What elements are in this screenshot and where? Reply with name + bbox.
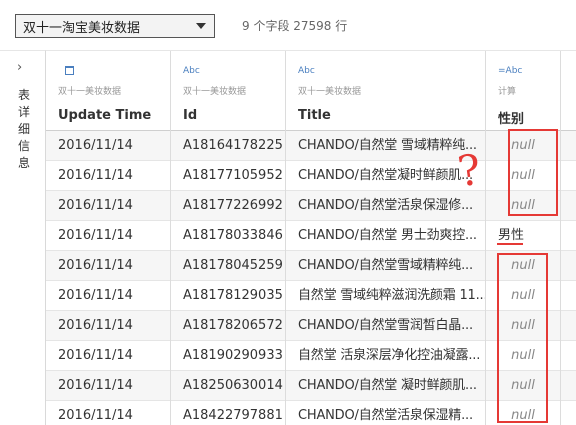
cell-title[interactable]: CHANDO/自然堂雪域精粹纯... xyxy=(286,251,485,281)
cell-empty[interactable] xyxy=(561,281,576,311)
column-header[interactable]: Abc 双十一美妆数据 Title xyxy=(286,51,485,131)
cell-id[interactable]: A18177105952 xyxy=(171,161,285,191)
cell-date[interactable]: 2016/11/14 xyxy=(46,191,170,221)
details-rail: › 表详细信息 xyxy=(0,50,46,425)
column-name: 性别 xyxy=(498,112,525,127)
cell-title[interactable]: CHANDO/自然堂 男士劲爽控... xyxy=(286,221,485,251)
cell-empty[interactable] xyxy=(561,251,576,281)
column-header[interactable]: Abc 双十一美妆数据 Id xyxy=(171,51,285,131)
column-title: Abc 双十一美妆数据 Title CHANDO/自然堂 雪域精粹纯... CHA… xyxy=(286,51,486,425)
cell-title[interactable]: CHANDO/自然堂活泉保湿修... xyxy=(286,191,485,221)
column-header[interactable]: =Abc 计算 性别 xyxy=(486,51,560,131)
cell-date[interactable]: 2016/11/14 xyxy=(46,161,170,191)
string-type-icon: Abc xyxy=(298,66,315,76)
cell-title[interactable]: 自然堂 活泉深层净化控油凝露... xyxy=(286,341,485,371)
cell-date[interactable]: 2016/11/14 xyxy=(46,281,170,311)
annotation-underline xyxy=(497,243,523,245)
cell-empty[interactable] xyxy=(561,371,576,401)
column-source: 双十一美妆数据 xyxy=(183,87,247,97)
cell-empty[interactable] xyxy=(561,161,576,191)
cell-empty[interactable] xyxy=(561,221,576,251)
cell-title[interactable]: CHANDO/自然堂 凝时鲜颜肌... xyxy=(286,371,485,401)
column-header[interactable] xyxy=(561,51,576,131)
cell-empty[interactable] xyxy=(561,311,576,341)
cell-title[interactable]: CHANDO/自然堂雪润皙白晶... xyxy=(286,311,485,341)
cell-title[interactable]: 自然堂 雪域纯粹滋润洗颜霜 11... xyxy=(286,281,485,311)
expand-chevron-icon[interactable]: › xyxy=(17,60,22,75)
calculated-string-type-icon: =Abc xyxy=(498,66,523,76)
column-next-partial xyxy=(561,51,576,425)
cell-date[interactable]: 2016/11/14 xyxy=(46,131,170,161)
toolbar: 双十一淘宝美妆数据 9 个字段 27598 行 xyxy=(0,0,576,50)
column-id: Abc 双十一美妆数据 Id A18164178225 A18177105952 A… xyxy=(171,51,286,425)
cell-id[interactable]: A18178129035 xyxy=(171,281,285,311)
column-name: Id xyxy=(183,108,198,123)
column-header[interactable]: 双十一美妆数据 Update Time xyxy=(46,51,170,131)
cell-id[interactable]: A18178045259 xyxy=(171,251,285,281)
cell-date[interactable]: 2016/11/14 xyxy=(46,221,170,251)
datasource-name: 双十一淘宝美妆数据 xyxy=(23,20,141,36)
string-type-icon: Abc xyxy=(183,66,200,76)
cell-empty[interactable] xyxy=(561,341,576,371)
cell-empty[interactable] xyxy=(561,131,576,161)
cell-gender[interactable]: 男性 xyxy=(486,221,560,251)
cell-empty[interactable] xyxy=(561,401,576,425)
calendar-icon xyxy=(65,66,74,75)
table-details-label[interactable]: 表详细信息 xyxy=(18,87,32,172)
cell-date[interactable]: 2016/11/14 xyxy=(46,251,170,281)
column-name: Title xyxy=(298,108,331,123)
cell-id[interactable]: A18178033846 xyxy=(171,221,285,251)
cell-id[interactable]: A18177226992 xyxy=(171,191,285,221)
cell-title[interactable]: CHANDO/自然堂活泉保湿精... xyxy=(286,401,485,425)
datasource-select[interactable]: 双十一淘宝美妆数据 xyxy=(15,14,215,38)
cell-title[interactable]: CHANDO/自然堂凝时鲜颜肌... xyxy=(286,161,485,191)
cell-id[interactable]: A18422797881 xyxy=(171,401,285,425)
column-source: 双十一美妆数据 xyxy=(58,87,122,97)
cell-id[interactable]: A18164178225 xyxy=(171,131,285,161)
column-source: 双十一美妆数据 xyxy=(298,87,362,97)
cell-date[interactable]: 2016/11/14 xyxy=(46,401,170,425)
column-name: Update Time xyxy=(58,108,152,123)
cell-date[interactable]: 2016/11/14 xyxy=(46,371,170,401)
cell-date[interactable]: 2016/11/14 xyxy=(46,311,170,341)
annotation-box-bottom xyxy=(497,253,548,423)
dropdown-caret-icon xyxy=(196,23,206,29)
cell-empty[interactable] xyxy=(561,191,576,221)
column-update-time: 双十一美妆数据 Update Time 2016/11/14 2016/11/14… xyxy=(46,51,171,425)
field-row-summary: 9 个字段 27598 行 xyxy=(242,19,348,33)
cell-id[interactable]: A18190290933 xyxy=(171,341,285,371)
cell-id[interactable]: A18178206572 xyxy=(171,311,285,341)
column-source: 计算 xyxy=(498,87,517,97)
cell-date[interactable]: 2016/11/14 xyxy=(46,341,170,371)
annotation-box-top xyxy=(508,129,558,216)
cell-id[interactable]: A18250630014 xyxy=(171,371,285,401)
